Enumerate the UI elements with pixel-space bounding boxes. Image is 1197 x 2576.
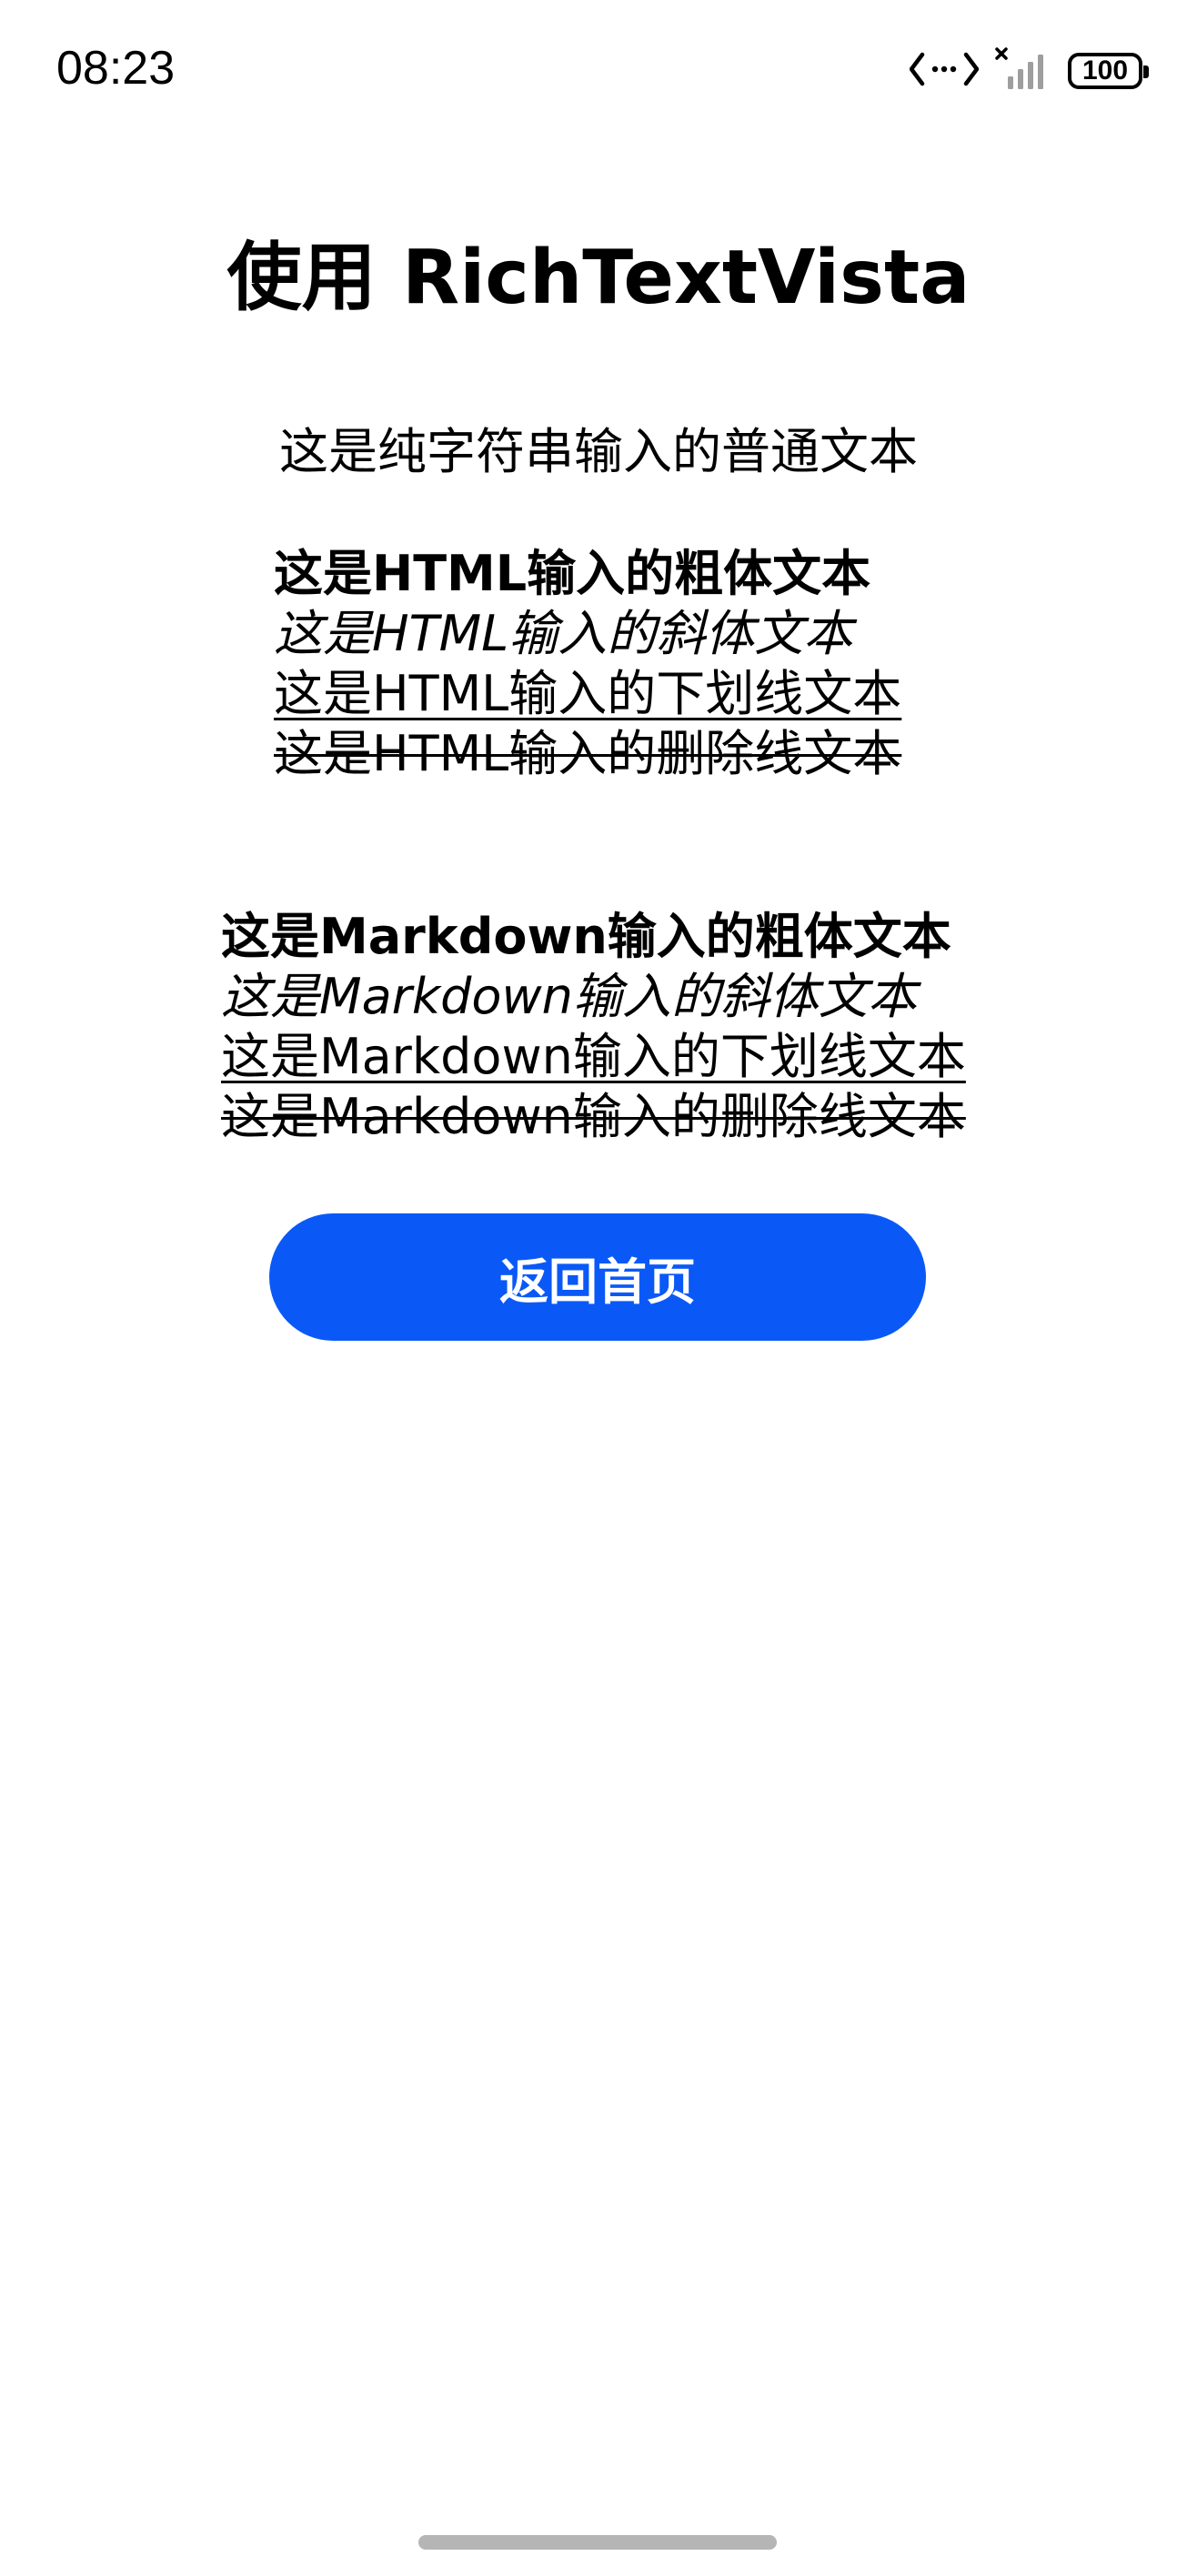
back-to-home-button[interactable]: 返回首页 [269, 1213, 926, 1341]
html-rich-text: 这是HTML输入的粗体文本 这是HTML输入的斜体文本 这是HTML输入的下划线… [274, 544, 901, 784]
battery-icon: 100 [1068, 53, 1149, 89]
home-indicator[interactable] [418, 2535, 777, 2550]
html-strike-text: 这是HTML输入的删除线文本 [274, 725, 902, 782]
no-sim-signal-icon [995, 47, 1051, 95]
markdown-rich-text: 这是Markdown输入的粗体文本 这是Markdown输入的斜体文本 这是Ma… [221, 907, 966, 1147]
data-transfer-icon [909, 49, 980, 93]
status-icons: 100 [909, 44, 1149, 98]
markdown-bold-text: 这是Markdown输入的粗体文本 [221, 908, 951, 965]
html-underline-text: 这是HTML输入的下划线文本 [274, 665, 902, 722]
markdown-italic-text: 这是Markdown输入的斜体文本 [221, 968, 917, 1025]
markdown-strike-text: 这是Markdown输入的删除线文本 [221, 1088, 966, 1145]
page-title: 使用 RichTextVista [226, 235, 971, 321]
html-bold-text: 这是HTML输入的粗体文本 [274, 545, 871, 602]
status-bar: 08:23 100 [0, 0, 1197, 136]
plain-text: 这是纯字符串输入的普通文本 [279, 423, 918, 480]
markdown-underline-text: 这是Markdown输入的下划线文本 [221, 1028, 966, 1085]
status-time: 08:23 [56, 42, 176, 95]
html-italic-text: 这是HTML输入的斜体文本 [274, 605, 853, 662]
